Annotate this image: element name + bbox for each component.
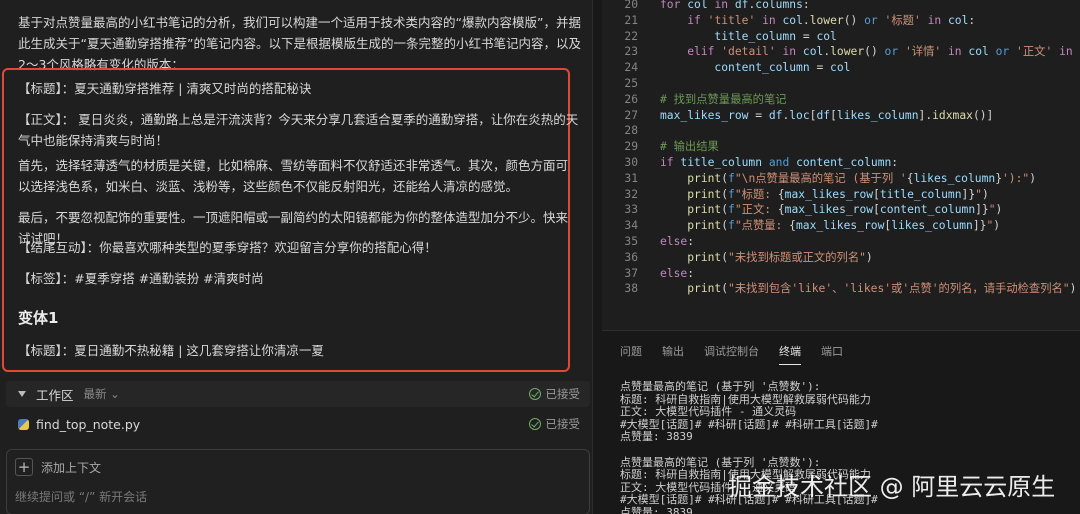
check-circle-icon — [528, 388, 541, 400]
code-line[interactable]: 37 else: — [602, 266, 1080, 282]
code-text[interactable]: if 'title' in col.lower() or '标题' in col… — [660, 13, 975, 29]
code-line[interactable]: 20 for col in df.columns: — [602, 0, 1080, 13]
line-number: 31 — [624, 171, 638, 185]
panel-divider[interactable] — [592, 0, 602, 514]
code-text[interactable]: print(f"标题: {max_likes_row[title_column]… — [660, 187, 989, 203]
code-line[interactable]: 35 else: — [602, 234, 1080, 250]
panel-tab[interactable]: 终端 — [779, 343, 801, 365]
code-line[interactable]: 25 — [602, 76, 1080, 92]
panel-tab[interactable]: 问题 — [620, 343, 642, 365]
chat-composer[interactable]: + 添加上下文 继续提问或 “/” 新开会话 — [6, 449, 590, 514]
code-text[interactable]: if title_column and content_column: — [660, 155, 898, 171]
code-text[interactable]: print(f"\n点赞量最高的笔记 (基于列 '{likes_column}'… — [660, 171, 1036, 187]
line-number: 29 — [624, 140, 638, 154]
line-number: 38 — [624, 282, 638, 296]
code-text[interactable]: title_column = col — [660, 29, 836, 45]
code-text[interactable]: else: — [660, 266, 694, 282]
code-line[interactable]: 21 if 'title' in col.lower() or '标题' in … — [602, 13, 1080, 29]
workspace-status: 已接受 — [528, 386, 581, 402]
code-text[interactable]: # 找到点赞量最高的笔记 — [660, 92, 787, 108]
panel-tabs: 问题 输出 调试控制台 终端 端口 — [620, 343, 843, 365]
variant-heading: 变体1 — [18, 309, 59, 327]
line-number: 25 — [624, 77, 638, 90]
python-file-icon — [18, 418, 29, 430]
chat-panel: 基于对点赞量最高的小红书笔记的分析，我们可以构建一个适用于技术类内容的“爆款内容… — [0, 0, 592, 514]
collapse-chevron-icon[interactable] — [18, 391, 26, 397]
code-text[interactable]: content_column = col — [660, 60, 850, 76]
file-row[interactable]: find_top_note.py 已接受 — [6, 411, 590, 437]
add-context-label: 添加上下文 — [41, 460, 102, 475]
code-editor[interactable]: 20 for col in df.columns: 21 if 'title' in… — [602, 0, 1080, 330]
line-number: 32 — [624, 187, 638, 201]
code-line[interactable]: 27 max_likes_row = df.loc[df[likes_column… — [602, 108, 1080, 124]
panel-tab[interactable]: 端口 — [821, 343, 843, 365]
code-line[interactable]: 32 print(f"标题: {max_likes_row[title_colu… — [602, 187, 1080, 203]
code-text[interactable]: for col in df.columns: — [660, 0, 810, 13]
workspace-bar[interactable]: 工作区 最新 ⌄ 已接受 — [6, 381, 590, 407]
line-number: 23 — [624, 45, 638, 59]
watermark: 掘金技术社区 @ 阿里云云原生 — [728, 473, 1056, 501]
line-number: 36 — [624, 250, 638, 264]
code-line[interactable]: 23 elif 'detail' in col.lower() or '详情' … — [602, 44, 1080, 60]
line-number: 22 — [624, 29, 638, 43]
code-line[interactable]: 29 # 输出结果 — [602, 139, 1080, 155]
code-line[interactable]: 36 print("未找到标题或正文的列名") — [602, 250, 1080, 266]
code-line[interactable]: 34 print(f"点赞量: {max_likes_row[likes_col… — [602, 218, 1080, 234]
add-context-button[interactable]: + 添加上下文 — [15, 458, 101, 476]
workspace-label: 工作区 — [36, 387, 74, 403]
code-text[interactable]: else: — [660, 234, 694, 250]
note-paragraph-1: 首先，选择轻薄透气的材质是关键，比如棉麻、雪纺等面料不仅舒适还非常透气。其次，颜… — [18, 158, 569, 194]
line-number: 37 — [624, 266, 638, 280]
chat-intro-text: 基于对点赞量最高的小红书笔记的分析，我们可以构建一个适用于技术类内容的“爆款内容… — [18, 15, 581, 72]
code-text[interactable]: print(f"正文: {max_likes_row[content_colum… — [660, 202, 1002, 218]
code-text[interactable]: print("未找到包含'like'、'likes'或'点赞'的列名，请手动检查… — [660, 281, 1076, 297]
plus-icon: + — [15, 458, 33, 476]
line-number: 33 — [624, 203, 638, 217]
variant-title-line: 【标题】：夏日通勤不热秘籍 | 这几套穿搭让你清凉一夏 — [18, 343, 324, 358]
chat-input[interactable]: 继续提问或 “/” 新开会话 — [15, 488, 147, 505]
code-line[interactable]: 30 if title_column and content_column: — [602, 155, 1080, 171]
line-number: 30 — [624, 156, 638, 169]
code-text[interactable]: elif 'detail' in col.lower() or '详情' in … — [660, 44, 1080, 60]
code-line[interactable]: 38 print("未找到包含'like'、'likes'或'点赞'的列名，请手… — [602, 281, 1080, 297]
line-number: 21 — [624, 13, 638, 27]
note-ending-line: 【结尾互动】：你最喜欢哪种类型的夏季穿搭？欢迎留言分享你的搭配心得！ — [18, 240, 437, 255]
code-text[interactable]: print(f"点赞量: {max_likes_row[likes_column… — [660, 218, 1000, 234]
line-number: 26 — [624, 92, 638, 106]
file-status-label: 已接受 — [545, 417, 581, 431]
code-line[interactable]: 33 print(f"正文: {max_likes_row[content_co… — [602, 202, 1080, 218]
file-name[interactable]: find_top_note.py — [36, 417, 140, 432]
chevron-down-icon: ⌄ — [110, 387, 120, 401]
code-line[interactable]: 31 print(f"\n点赞量最高的笔记 (基于列 '{likes_colum… — [602, 171, 1080, 187]
code-line[interactable]: 22 title_column = col — [602, 29, 1080, 45]
line-number: 28 — [624, 124, 638, 138]
code-line[interactable]: 26 # 找到点赞量最高的笔记 — [602, 92, 1080, 108]
note-body-line: 【正文】： 夏日炎炎，通勤路上总是汗流浃背？今天来分享几套适合夏季的通勤穿搭，让… — [18, 112, 579, 148]
code-line[interactable]: 24 content_column = col — [602, 60, 1080, 76]
line-number: 20 — [624, 0, 638, 11]
file-status: 已接受 — [528, 416, 581, 432]
line-number: 24 — [624, 61, 638, 75]
check-circle-icon — [528, 418, 541, 430]
panel-tab[interactable]: 调试控制台 — [704, 343, 759, 365]
code-text[interactable]: print("未找到标题或正文的列名") — [660, 250, 873, 266]
note-tags-line: 【标签】：#夏季穿搭 #通勤装扮 #清爽时尚 — [18, 271, 264, 286]
line-number: 35 — [624, 235, 638, 248]
line-number: 34 — [624, 219, 638, 233]
panel-tab[interactable]: 输出 — [662, 343, 684, 365]
note-title-line: 【标题】：夏天通勤穿搭推荐 | 清爽又时尚的搭配秘诀 — [18, 81, 312, 96]
code-text[interactable]: max_likes_row = df.loc[df[likes_column].… — [660, 108, 993, 124]
line-number: 27 — [624, 108, 638, 122]
workspace-version-dropdown[interactable]: 最新 ⌄ — [84, 386, 120, 402]
code-line[interactable]: 28 — [602, 123, 1080, 139]
workspace-status-label: 已接受 — [545, 387, 581, 401]
code-text[interactable]: # 输出结果 — [660, 139, 719, 155]
